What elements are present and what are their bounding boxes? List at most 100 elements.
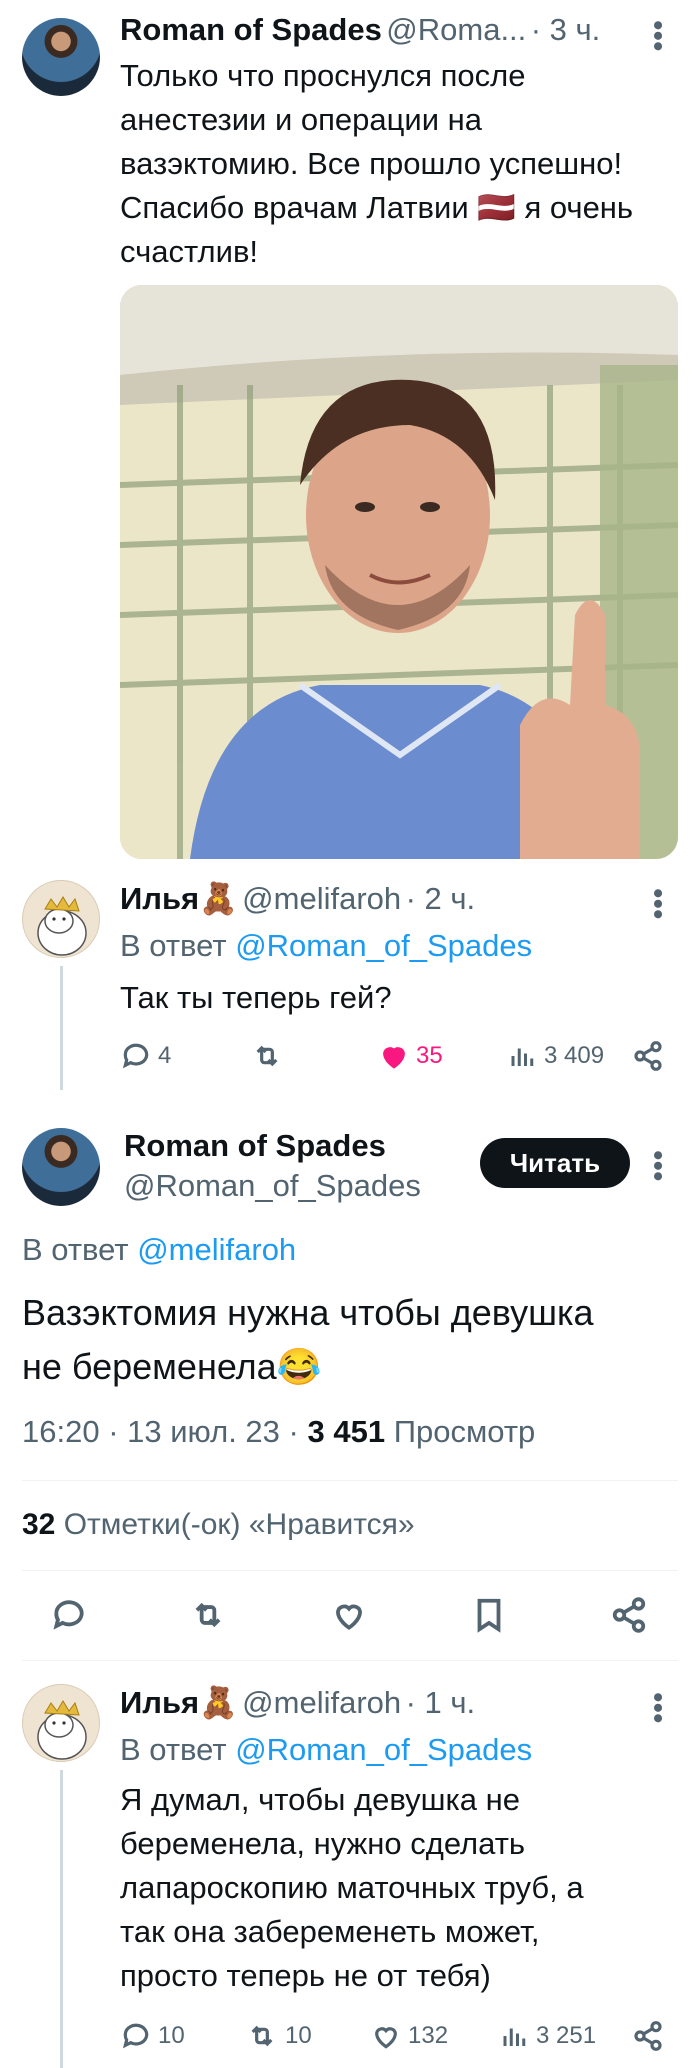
text-line: просто теперь не от тебя) xyxy=(120,1958,491,1993)
author-name[interactable]: Roman of Spades xyxy=(120,12,382,47)
share-button[interactable] xyxy=(610,1596,648,1634)
reply-context: В ответ @Roman_of_Spades xyxy=(120,1728,532,1772)
author-name[interactable]: Илья🧸 xyxy=(120,1685,238,1720)
reply-button[interactable] xyxy=(50,1596,88,1634)
share-icon xyxy=(634,2021,662,2051)
tweet-text: Только что проснулся после анестезии и о… xyxy=(120,54,680,274)
views-icon xyxy=(503,2028,526,2046)
text-line: беременела, нужно сделать xyxy=(120,1826,526,1861)
tweet-meta: 16:20 · 13 июл. 23 · 3 451 Просмотр xyxy=(22,1414,536,1449)
tweet-time[interactable]: · 1 ч. xyxy=(406,1685,476,1720)
text-line: вазэктомию. Все прошло успешно! xyxy=(120,146,623,181)
avatar[interactable] xyxy=(22,1128,100,1206)
views-button[interactable]: 3 251 xyxy=(500,2020,596,2052)
text-line: анестезии и операции на xyxy=(120,102,483,137)
divider xyxy=(22,1480,678,1481)
views-button[interactable]: 3 409 xyxy=(508,1040,604,1072)
tweet-text: Так ты теперь гей? xyxy=(120,980,392,1015)
reply-count: 4 xyxy=(158,1042,172,1069)
more-icon[interactable]: ••• xyxy=(641,888,674,920)
reply-button[interactable]: 4 xyxy=(120,1040,171,1072)
photo-image xyxy=(120,285,678,859)
likes-count: 32 xyxy=(22,1508,56,1541)
share-button[interactable] xyxy=(632,2020,664,2052)
like-count: 132 xyxy=(408,2022,449,2049)
more-icon[interactable]: ••• xyxy=(641,20,674,52)
views-count: 3 409 xyxy=(544,1042,605,1069)
text-line: Вазэктомия нужна чтобы девушка xyxy=(22,1292,594,1333)
reply-to-prefix: В ответ xyxy=(120,1732,236,1767)
tweet-time[interactable]: · 3 ч. xyxy=(531,12,601,47)
share-icon xyxy=(634,1041,662,1071)
bookmark-icon xyxy=(477,1598,501,1633)
author-name[interactable]: Roman of Spades xyxy=(124,1128,386,1164)
reply-to-link[interactable]: @Roman_of_Spades xyxy=(235,1732,532,1767)
tweet-time[interactable]: 16:20 xyxy=(22,1414,100,1449)
text-line: не беременела😂 xyxy=(22,1346,322,1387)
reply-context: В ответ @Roman_of_Spades xyxy=(120,924,532,968)
retweet-icon xyxy=(251,2025,273,2047)
share-icon xyxy=(612,1597,646,1633)
reply-icon xyxy=(122,2023,149,2049)
reply-to-prefix: В ответ xyxy=(120,928,236,963)
reply-to-prefix: В ответ xyxy=(22,1232,138,1267)
tweet-photo[interactable] xyxy=(120,285,678,859)
tweet-time[interactable]: · 2 ч. xyxy=(406,881,476,916)
text-line: Я думал, чтобы девушка не xyxy=(120,1782,520,1817)
text-line: Спасибо врачам Латвии 🇱🇻 я очень xyxy=(120,190,634,225)
reply-button[interactable]: 10 xyxy=(120,2020,185,2052)
views-icon xyxy=(511,1048,534,1066)
avatar-image xyxy=(37,1700,87,1760)
text-line: Только что проснулся после xyxy=(120,58,526,93)
author-name[interactable]: Илья🧸 xyxy=(120,881,238,916)
retweet-button[interactable]: 10 xyxy=(245,2020,312,2052)
likes-label: Отметки(-ок) «Нравится» xyxy=(63,1508,415,1541)
retweet-button[interactable] xyxy=(188,1596,228,1634)
avatar[interactable] xyxy=(22,18,100,96)
retweet-button[interactable] xyxy=(250,1040,290,1072)
reply-count: 10 xyxy=(158,2022,185,2049)
follow-button[interactable]: Читать xyxy=(480,1138,630,1188)
tweet-text: Вазэктомия нужна чтобы девушка не береме… xyxy=(22,1286,594,1394)
like-button[interactable]: 35 xyxy=(378,1040,443,1072)
retweet-icon xyxy=(256,1045,278,1067)
divider xyxy=(22,1660,678,1661)
author-handle[interactable]: @melifaroh xyxy=(242,1685,401,1720)
text-line: лапароскопию маточных труб, а xyxy=(120,1870,584,1905)
views-count: 3 451 xyxy=(307,1414,386,1449)
reply-context: В ответ @melifaroh xyxy=(22,1228,296,1272)
text-line: счастлив! xyxy=(120,234,259,269)
author-handle[interactable]: @Roman_of_Spades xyxy=(124,1168,421,1204)
retweet-count: 10 xyxy=(285,2022,312,2049)
like-button[interactable] xyxy=(330,1596,368,1634)
avatar[interactable] xyxy=(22,1684,100,1762)
author-handle[interactable]: @Roma... xyxy=(386,12,526,47)
reply-icon xyxy=(122,1043,149,1069)
avatar-image xyxy=(37,896,87,956)
tweet-text: Я думал, чтобы девушка не беременела, ну… xyxy=(120,1778,680,1998)
more-icon[interactable]: ••• xyxy=(641,1150,674,1182)
reply-to-link[interactable]: @Roman_of_Spades xyxy=(235,928,532,963)
like-icon xyxy=(375,2027,397,2049)
like-count: 35 xyxy=(416,1042,443,1069)
like-button[interactable]: 132 xyxy=(370,2020,448,2052)
thread-line xyxy=(60,966,63,1090)
reply-icon xyxy=(53,1600,84,1630)
reply-header: Илья🧸 @melifaroh · 1 ч. xyxy=(120,1684,475,1721)
reply-to-link[interactable]: @melifaroh xyxy=(137,1232,296,1267)
retweet-icon xyxy=(195,1602,221,1628)
views-count: 3 251 xyxy=(536,2022,597,2049)
views-label: Просмотр xyxy=(393,1414,536,1449)
text-line: так она забеременеть может, xyxy=(120,1914,540,1949)
thread-line xyxy=(60,1770,63,2068)
divider xyxy=(22,1570,678,1571)
share-button[interactable] xyxy=(632,1040,664,1072)
like-icon xyxy=(383,1047,405,1069)
avatar[interactable] xyxy=(22,880,100,958)
like-icon xyxy=(336,1604,362,1630)
tweet-date[interactable]: 13 июл. 23 xyxy=(127,1414,280,1449)
more-icon[interactable]: ••• xyxy=(641,1692,674,1724)
bookmark-button[interactable] xyxy=(470,1596,508,1634)
author-handle[interactable]: @melifaroh xyxy=(242,881,401,916)
likes-stat[interactable]: 32 Отметки(-ок) «Нравится» xyxy=(22,1508,415,1542)
